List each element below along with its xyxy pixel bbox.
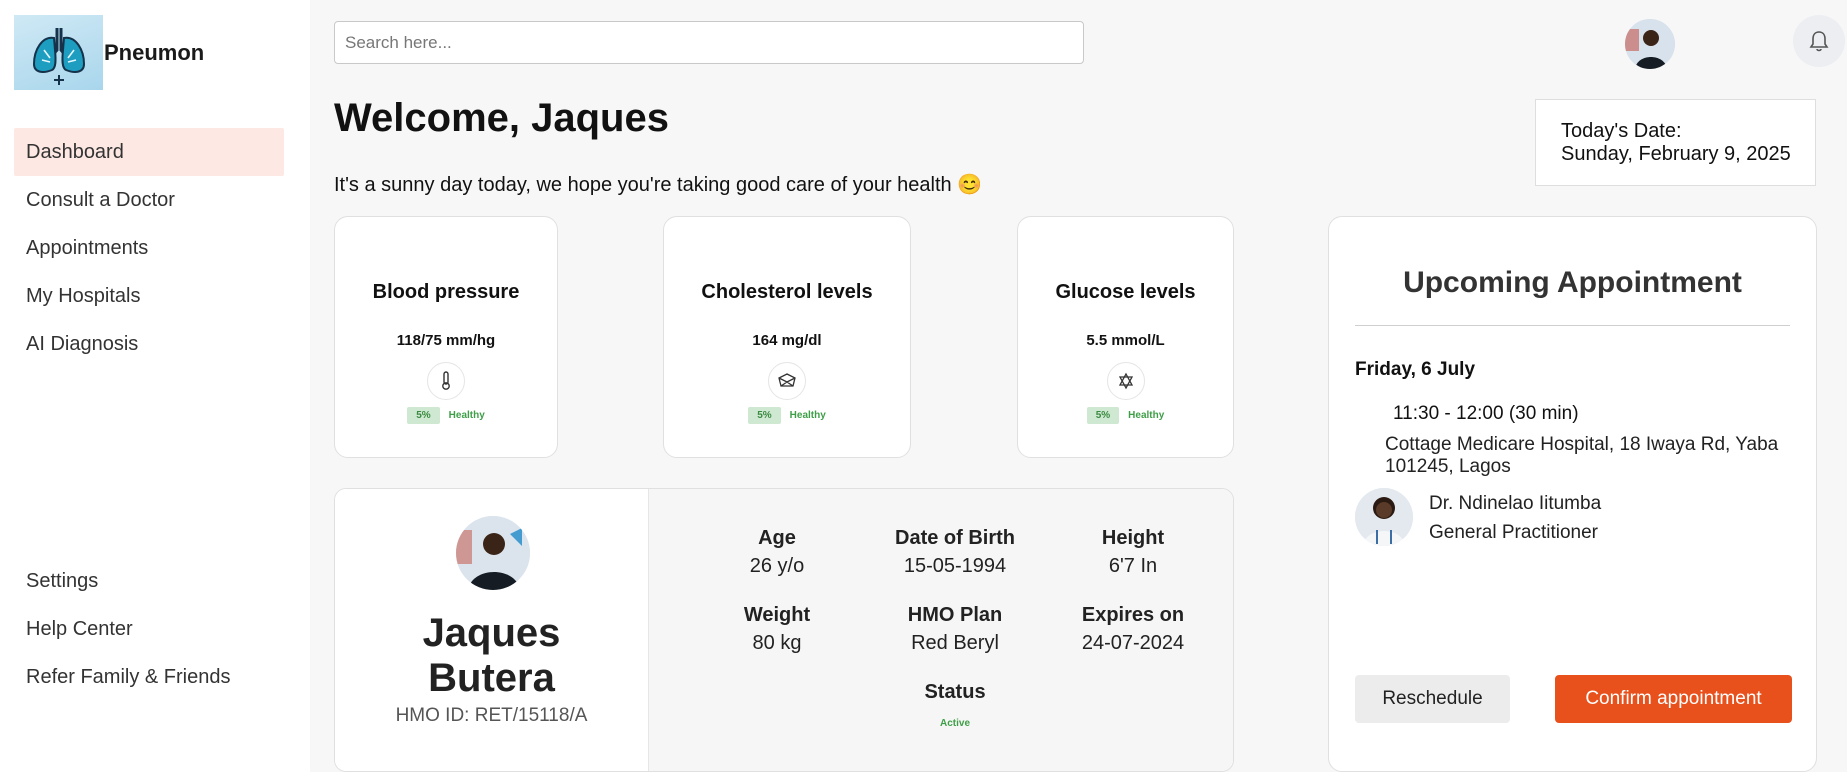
dob-field: Date of Birth 15-05-1994 <box>855 527 1055 578</box>
sidebar-item-help-center[interactable]: Help Center <box>14 605 284 653</box>
metric-tags: 5% Healthy <box>1018 407 1233 424</box>
change-badge: 5% <box>1086 407 1120 424</box>
status-label: Healthy <box>448 410 485 421</box>
profile-details: Age 26 y/o Date of Birth 15-05-1994 Heig… <box>649 489 1233 771</box>
bell-icon[interactable] <box>1793 15 1845 67</box>
metric-tags: 5% Healthy <box>335 407 557 424</box>
field-value: 24-07-2024 <box>1081 632 1185 654</box>
metric-title: Glucose levels <box>1055 281 1196 303</box>
last-name: Butera <box>428 656 555 700</box>
doctor-name: Dr. Ndinelao Iitumba <box>1429 493 1602 514</box>
field-label: Date of Birth <box>895 527 1015 549</box>
sidebar-item-consult-doctor[interactable]: Consult a Doctor <box>14 176 284 224</box>
confirm-appointment-button[interactable]: Confirm appointment <box>1555 675 1792 723</box>
date-label: Today's Date: <box>1561 120 1682 142</box>
change-badge: 5% <box>407 407 440 424</box>
appointment-location: Cottage Medicare Hospital, 18 Iwaya Rd, … <box>1385 434 1779 477</box>
status-badge: Active <box>939 718 970 729</box>
field-label: Weight <box>743 604 811 626</box>
sidebar-item-appointments[interactable]: Appointments <box>14 224 284 272</box>
lungs-icon <box>14 15 103 90</box>
search-input[interactable] <box>334 21 1084 64</box>
first-name: Jaques <box>422 611 561 655</box>
brand[interactable]: Pneumon <box>14 15 204 90</box>
change-badge: 5% <box>748 407 781 424</box>
appointment-date: Friday, 6 July <box>1355 359 1476 380</box>
reschedule-button[interactable]: Reschedule <box>1355 675 1510 723</box>
divider <box>1355 325 1790 326</box>
todays-date: Today's Date: Sunday, February 9, 2025 <box>1535 99 1816 186</box>
field-label: Status <box>924 681 986 703</box>
main-nav: Dashboard Consult a Doctor Appointments … <box>14 128 284 368</box>
metric-value: 118/75 mm/hg <box>396 332 496 349</box>
cholesterol-card[interactable]: Cholesterol levels 164 mg/dl 5% Healthy <box>663 216 911 458</box>
sidebar-item-ai-diagnosis[interactable]: AI Diagnosis <box>14 320 284 368</box>
status-field: Status Active <box>855 681 1055 729</box>
thermometer-icon <box>427 362 465 400</box>
upcoming-appointment-card: Upcoming Appointment Friday, 6 July 11:3… <box>1328 216 1817 772</box>
hexagram-icon <box>1107 362 1145 400</box>
field-value: 80 kg <box>752 632 802 654</box>
field-label: Height <box>1101 527 1165 549</box>
cube-icon <box>768 362 806 400</box>
field-value: 6'7 In <box>1108 555 1158 577</box>
sidebar: Pneumon Dashboard Consult a Doctor Appoi… <box>0 0 310 772</box>
appointment-time: 11:30 - 12:00 (30 min) <box>1393 403 1579 424</box>
profile-summary: Jaques Butera HMO ID: RET/15118/A <box>335 489 649 771</box>
brand-name: Pneumon <box>104 39 205 65</box>
sidebar-item-settings[interactable]: Settings <box>14 557 284 605</box>
metric-title: Blood pressure <box>372 281 520 303</box>
metric-tags: 5% Healthy <box>664 407 910 424</box>
metric-value: 5.5 mmol/L <box>1086 332 1165 349</box>
doctor-role: General Practitioner <box>1429 522 1598 543</box>
status-label: Healthy <box>1128 410 1165 421</box>
profile-card: Jaques Butera HMO ID: RET/15118/A Age 26… <box>334 488 1234 772</box>
sidebar-item-dashboard[interactable]: Dashboard <box>14 128 284 176</box>
field-value: 15-05-1994 <box>903 555 1007 577</box>
field-value: Red Beryl <box>911 632 999 654</box>
metric-title: Cholesterol levels <box>701 281 873 303</box>
field-label: Expires on <box>1081 604 1185 626</box>
height-field: Height 6'7 In <box>1033 527 1233 578</box>
glucose-card[interactable]: Glucose levels 5.5 mmol/L 5% Healthy <box>1017 216 1234 458</box>
doctor-avatar <box>1355 488 1413 546</box>
secondary-nav: Settings Help Center Refer Family & Frie… <box>14 557 284 701</box>
expires-field: Expires on 24-07-2024 <box>1033 604 1233 655</box>
welcome-subtitle: It's a sunny day today, we hope you're t… <box>334 174 983 196</box>
blood-pressure-card[interactable]: Blood pressure 118/75 mm/hg 5% Healthy <box>334 216 558 458</box>
hmo-id: HMO ID: RET/15118/A <box>395 705 588 726</box>
profile-avatar <box>456 516 530 590</box>
field-label: Age <box>758 527 796 549</box>
user-avatar[interactable] <box>1625 19 1675 69</box>
age-field: Age 26 y/o <box>677 527 877 578</box>
field-label: HMO Plan <box>907 604 1003 626</box>
weight-field: Weight 80 kg <box>677 604 877 655</box>
sidebar-item-refer[interactable]: Refer Family & Friends <box>14 653 284 701</box>
field-value: 26 y/o <box>749 555 805 577</box>
profile-name: Jaques Butera <box>335 611 648 701</box>
status-label: Healthy <box>789 410 826 421</box>
metric-value: 164 mg/dl <box>752 332 822 349</box>
hmo-plan-field: HMO Plan Red Beryl <box>855 604 1055 655</box>
sidebar-item-my-hospitals[interactable]: My Hospitals <box>14 272 284 320</box>
page-title: Welcome, Jaques <box>334 96 669 140</box>
appointment-title: Upcoming Appointment <box>1403 266 1742 299</box>
date-value: Sunday, February 9, 2025 <box>1561 143 1791 165</box>
